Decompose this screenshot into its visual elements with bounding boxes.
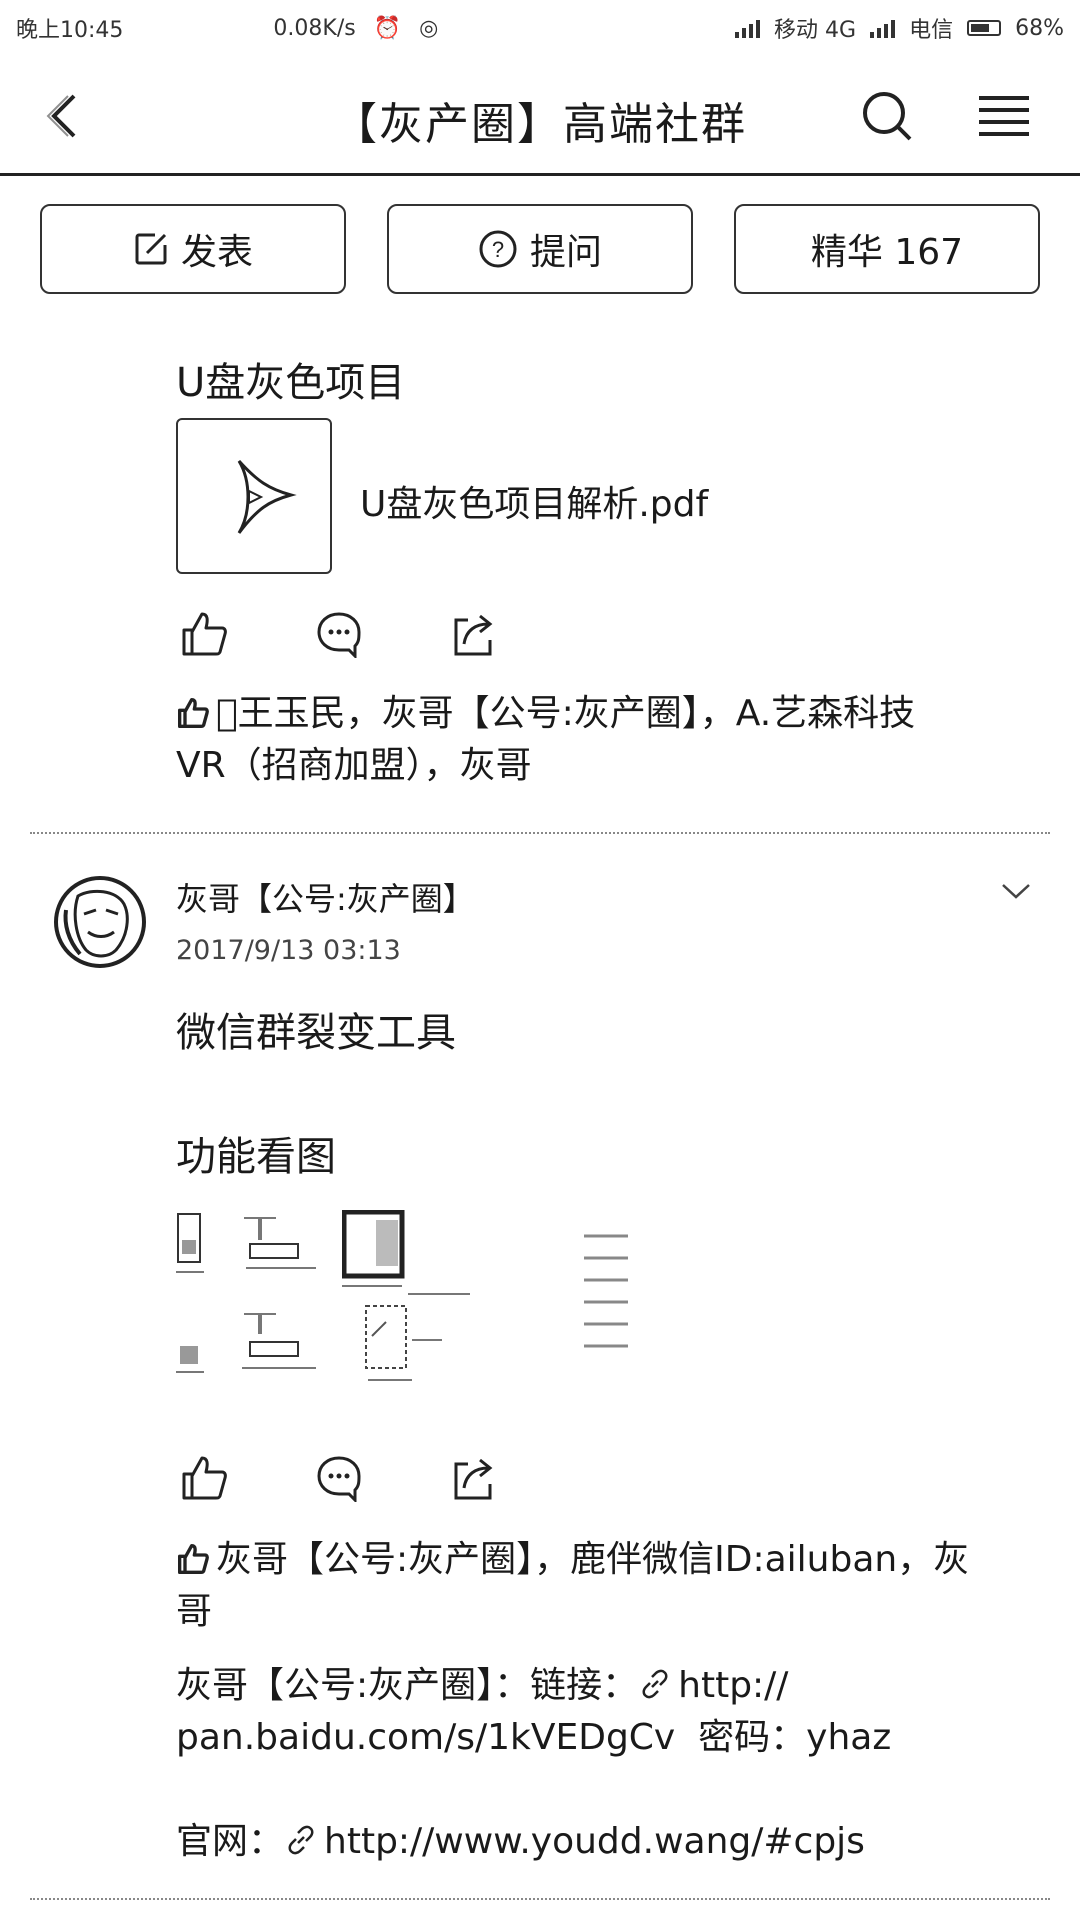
post-body-line: 功能看图 <box>176 1134 336 1180</box>
comment-link[interactable]: pan.baidu.com/s/1kVEDgCv <box>176 1717 675 1758</box>
like-button[interactable] <box>176 1450 232 1506</box>
link-icon <box>642 1669 668 1699</box>
menu-icon <box>979 96 1029 136</box>
divider <box>30 1898 1050 1900</box>
svg-text:?: ? <box>492 237 504 262</box>
chevron-down-icon <box>1002 884 1030 899</box>
post-title: U盘灰色项目 <box>176 360 406 406</box>
thumbs-up-icon <box>178 698 209 728</box>
comment: 灰哥【公号:灰产圈】：链接： http:// pan.baidu.com/s/1… <box>176 1660 1036 1764</box>
thumbs-up-icon <box>182 1456 227 1500</box>
likers-text-1: 灰哥【公号:灰产圈】，鹿伴微信ID:ailuban，灰 <box>216 1539 970 1580</box>
comment-link[interactable]: http:// <box>678 1665 788 1706</box>
question-circle-icon: ? <box>479 230 517 268</box>
post-image-grid <box>176 1209 636 1390</box>
status-time: 晚上10:45 <box>16 18 124 43</box>
share-button[interactable] <box>446 606 502 662</box>
share-button[interactable] <box>446 1450 502 1506</box>
file-name[interactable]: U盘灰色项目解析.pdf <box>360 475 708 527</box>
likers-text-2: VR（招商加盟），灰哥 <box>176 745 532 786</box>
signal-icon <box>735 18 761 38</box>
thumbs-up-icon <box>178 1544 209 1574</box>
status-speed: 0.08K/s <box>273 15 356 41</box>
post-image[interactable] <box>582 1210 732 1390</box>
likers-text-2: 哥 <box>176 1591 213 1632</box>
comment-prefix: 官网： <box>176 1821 285 1862</box>
divider <box>30 832 1050 834</box>
post-body-line: 微信群裂变工具 <box>176 1010 456 1056</box>
share-icon <box>454 1458 493 1500</box>
likers-text-1:  王玉民，灰哥【公号:灰产圈】，A.艺森科技 <box>216 693 916 734</box>
post-author[interactable]: 灰哥【公号:灰产圈】 <box>176 874 475 920</box>
featured-button[interactable]: 精华 167 <box>734 204 1040 294</box>
status-bar: 晚上10:45 0.08K/s ⏰ ◎ 移动 4G 电信 68% <box>0 0 1080 56</box>
battery-level: 68% <box>1015 15 1064 41</box>
likers-list:  王玉民，灰哥【公号:灰产圈】，A.艺森科技 VR（招商加盟），灰哥 <box>176 688 1026 792</box>
comment: 官网： http://www.youdd.wang/#cpjs <box>176 1816 1036 1868</box>
like-button[interactable] <box>176 606 232 662</box>
post-image[interactable] <box>341 1209 492 1390</box>
comment-password: 密码：yhaz <box>698 1717 892 1758</box>
link-icon <box>288 1825 314 1855</box>
alarm-icon: ⏰ <box>373 15 402 41</box>
comment-button[interactable] <box>311 1450 367 1506</box>
file-attachment[interactable] <box>176 418 332 574</box>
post-options-button[interactable] <box>996 876 1036 906</box>
post-actions <box>176 1450 496 1506</box>
post-image[interactable] <box>176 1210 326 1390</box>
featured-label: 精华 167 <box>810 232 964 273</box>
edit-icon <box>135 233 167 265</box>
app-header: 【灰产圈】高端社群 <box>0 56 1080 176</box>
ask-label: 提问 <box>529 232 602 273</box>
pdf-file-icon <box>237 459 297 534</box>
publish-button[interactable]: 发表 <box>40 204 346 294</box>
battery-icon <box>967 20 1002 36</box>
search-button[interactable] <box>855 84 919 148</box>
carrier-2: 电信 <box>909 18 954 43</box>
signal-icon-2 <box>870 18 896 38</box>
avatar[interactable] <box>54 876 146 968</box>
comment-icon <box>317 612 361 658</box>
publish-label: 发表 <box>180 232 253 273</box>
mask-avatar-icon <box>63 889 129 958</box>
wifi-icon: ◎ <box>419 15 439 41</box>
comment-icon <box>317 1456 361 1502</box>
carrier-1: 移动 4G <box>774 18 857 43</box>
action-bar: 发表 ? 提问 精华 167 <box>40 204 1040 296</box>
ask-button[interactable]: ? 提问 <box>387 204 693 294</box>
comment-link[interactable]: http://www.youdd.wang/#cpjs <box>324 1821 865 1862</box>
share-icon <box>454 614 493 656</box>
post-actions <box>176 606 496 662</box>
likers-list: 灰哥【公号:灰产圈】，鹿伴微信ID:ailuban，灰 哥 <box>176 1534 1026 1638</box>
comment-prefix: 灰哥【公号:灰产圈】：链接： <box>176 1665 639 1706</box>
thumbs-up-icon <box>182 612 227 656</box>
search-icon <box>863 92 912 141</box>
menu-button[interactable] <box>972 84 1036 148</box>
post-date: 2017/9/13 03:13 <box>176 935 401 966</box>
comment-button[interactable] <box>311 606 367 662</box>
